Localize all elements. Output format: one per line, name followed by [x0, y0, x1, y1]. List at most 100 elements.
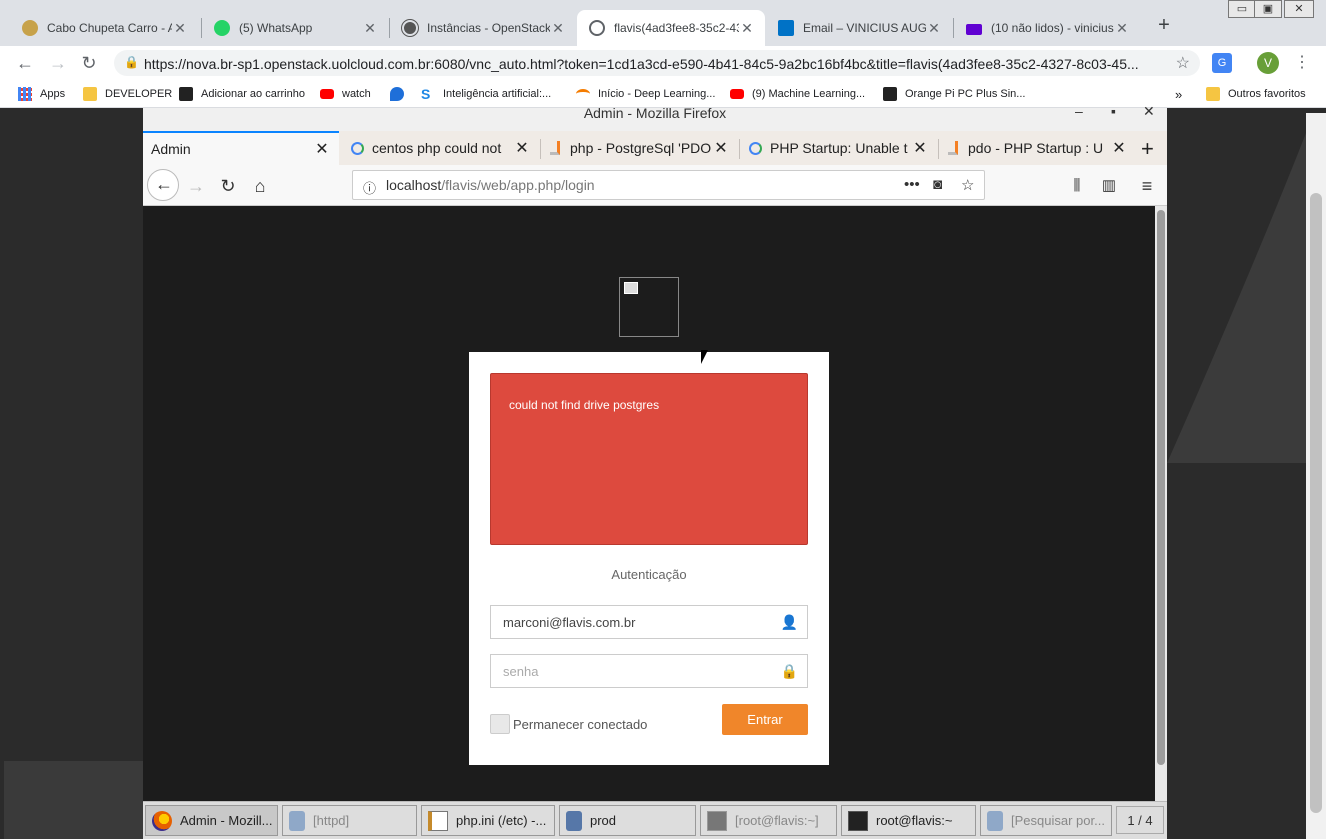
taskbar-item[interactable]: Admin - Mozill... [145, 805, 278, 836]
chrome-tab[interactable]: Instâncias - OpenStack Da ✕ [390, 10, 576, 46]
taskbar-item[interactable]: prod [559, 805, 696, 836]
bookmark-star-icon[interactable]: ☆ [1176, 53, 1190, 73]
taskbar-item[interactable]: [Pesquisar por... [980, 805, 1112, 836]
close-icon[interactable]: ✕ [712, 138, 730, 158]
minimize-button[interactable]: ▭ [1228, 0, 1256, 18]
firefox-tab[interactable]: php - PostgreSql 'PDO ✕ [542, 131, 738, 165]
desktop-wallpaper [1167, 113, 1306, 463]
chrome-tab[interactable]: (10 não lidos) - viniciusam ✕ [954, 10, 1140, 46]
email-value[interactable]: marconi@flavis.com.br [503, 615, 635, 630]
firefox-tab-strip: Admin ✕ centos php could not ✕ php - Pos… [143, 131, 1167, 165]
close-icon[interactable]: ✕ [550, 20, 566, 37]
maximize-button[interactable]: ▣ [1254, 0, 1282, 18]
chrome-tab[interactable]: Email – VINICIUS AUGUST ✕ [766, 10, 952, 46]
lock-icon: 🔒 [124, 55, 139, 69]
chrome-tab-title: flavis(4ad3fee8-35c2-432 [614, 21, 739, 35]
page-actions-icon[interactable]: ••• [904, 176, 920, 193]
back-button[interactable]: ← [14, 52, 36, 74]
firefox-url[interactable]: localhost/flavis/web/app.php/login [386, 177, 595, 193]
new-tab-button[interactable]: + [1152, 13, 1176, 37]
close-icon[interactable]: ✕ [911, 138, 929, 158]
close-window-button[interactable]: ✕ [1284, 0, 1314, 18]
page-scrollbar[interactable] [1306, 113, 1326, 839]
email-field[interactable]: marconi@flavis.com.br 👤 [490, 605, 808, 639]
file-manager-icon [289, 810, 305, 831]
close-icon[interactable]: ✕ [1143, 104, 1155, 118]
chrome-tab-title: Email – VINICIUS AUGUST [803, 21, 926, 35]
bookmark-apps[interactable]: Apps [18, 86, 65, 102]
bookmark-item[interactable]: Orange Pi PC Plus Sin... [883, 86, 1025, 102]
chrome-toolbar: ← → ↻ 🔒 https://nova.br-sp1.openstack.uo… [0, 46, 1326, 80]
google-icon [749, 141, 762, 155]
close-icon[interactable]: ✕ [513, 138, 531, 158]
chrome-menu-icon[interactable]: ⋮ [1294, 52, 1310, 72]
close-icon[interactable]: ✕ [1110, 138, 1128, 158]
login-title: Autenticação [611, 567, 687, 582]
submit-button[interactable]: Entrar [722, 704, 808, 735]
forward-button[interactable]: → [47, 52, 69, 74]
info-icon[interactable]: ⓘ [363, 178, 376, 197]
chrome-tab-title: Cabo Chupeta Carro - Ace [47, 21, 172, 35]
remember-checkbox[interactable] [490, 714, 510, 734]
reload-button[interactable]: ↻ [217, 175, 239, 197]
taskbar-item[interactable]: [root@flavis:~] [700, 805, 837, 836]
close-icon[interactable]: ✕ [313, 139, 331, 159]
close-icon[interactable]: ✕ [1114, 20, 1130, 37]
new-tab-button[interactable]: + [1141, 136, 1154, 162]
close-icon[interactable]: ✕ [739, 20, 755, 37]
bookmarks-overflow-button[interactable]: » [1175, 86, 1182, 102]
address-bar[interactable]: 🔒 https://nova.br-sp1.openstack.uolcloud… [114, 50, 1200, 76]
chrome-tab-title: Instâncias - OpenStack Da [427, 21, 550, 35]
bookmark-item[interactable]: S Inteligência artificial:... [421, 86, 551, 102]
taskbar-item[interactable]: [httpd] [282, 805, 417, 836]
bookmark-item[interactable]: watch [320, 86, 371, 102]
bookmark-item[interactable]: (9) Machine Learning... [730, 86, 865, 102]
taskbar-item[interactable]: root@flavis:~ [841, 805, 976, 836]
bookmarks-bar: Apps DEVELOPER Adicionar ao carrinho wat… [0, 80, 1326, 108]
firefox-tab[interactable]: centos php could not ✕ [343, 131, 539, 165]
bookmark-item[interactable]: Início - Deep Learning... [576, 86, 715, 102]
close-icon[interactable]: ✕ [172, 20, 188, 37]
bookmark-star-icon[interactable]: ☆ [961, 176, 974, 194]
yahoo-mail-favicon-icon [966, 23, 982, 35]
remember-me[interactable]: Permanecer conectado [490, 714, 647, 734]
bookmark-item[interactable] [390, 86, 412, 102]
bookmark-developer[interactable]: DEVELOPER [83, 86, 172, 102]
chrome-tab-title: (10 não lidos) - viniciusam [991, 21, 1114, 35]
firefox-tab[interactable]: pdo - PHP Startup : U ✕ [940, 131, 1136, 165]
password-placeholder[interactable]: senha [503, 664, 538, 679]
password-field[interactable]: senha 🔒 [490, 654, 808, 688]
remember-label[interactable]: Permanecer conectado [513, 717, 647, 732]
back-button[interactable]: ← [147, 169, 179, 201]
sidebar-icon[interactable]: ▥ [1098, 175, 1120, 197]
library-icon[interactable]: ⫼ [1066, 175, 1088, 197]
chrome-tab[interactable]: Cabo Chupeta Carro - Ace ✕ [10, 10, 198, 46]
hamburger-menu-icon[interactable]: ≡ [1136, 175, 1158, 197]
chrome-tab[interactable]: (5) WhatsApp ✕ [202, 10, 388, 46]
workspace-pager[interactable]: 1 / 4 [1116, 806, 1164, 834]
tab-title: centos php could not [372, 140, 502, 156]
bookmark-item[interactable]: Adicionar ao carrinho [179, 86, 305, 102]
firefox-tab[interactable]: PHP Startup: Unable t ✕ [741, 131, 937, 165]
maximize-icon[interactable]: ▪ [1111, 104, 1116, 118]
firefox-address-bar[interactable]: ⓘ localhost/flavis/web/app.php/login •••… [352, 170, 985, 200]
google-icon [351, 141, 364, 155]
reload-button[interactable]: ↻ [78, 52, 100, 74]
pocket-icon[interactable]: ◙ [933, 176, 942, 193]
bookmark-other-favorites[interactable]: Outros favoritos [1206, 86, 1306, 102]
chrome-tab-active[interactable]: flavis(4ad3fee8-35c2-432 ✕ [577, 10, 765, 46]
close-icon[interactable]: ✕ [926, 20, 942, 37]
address-bar-url[interactable]: https://nova.br-sp1.openstack.uolcloud.c… [144, 56, 1159, 72]
forward-button[interactable]: → [185, 175, 207, 197]
minimize-icon[interactable]: – [1075, 104, 1083, 118]
folder-icon [83, 87, 97, 101]
terminal-icon [707, 810, 727, 831]
profile-avatar[interactable]: V [1257, 52, 1279, 74]
taskbar-item[interactable]: php.ini (/etc) -... [421, 805, 555, 836]
translate-extension-icon[interactable]: G [1212, 53, 1232, 73]
close-icon[interactable]: ✕ [362, 20, 378, 37]
home-button[interactable]: ⌂ [249, 175, 271, 197]
file-manager-icon [566, 810, 582, 831]
firefox-tab-active[interactable]: Admin ✕ [143, 131, 339, 165]
firefox-scrollbar[interactable] [1155, 206, 1167, 801]
